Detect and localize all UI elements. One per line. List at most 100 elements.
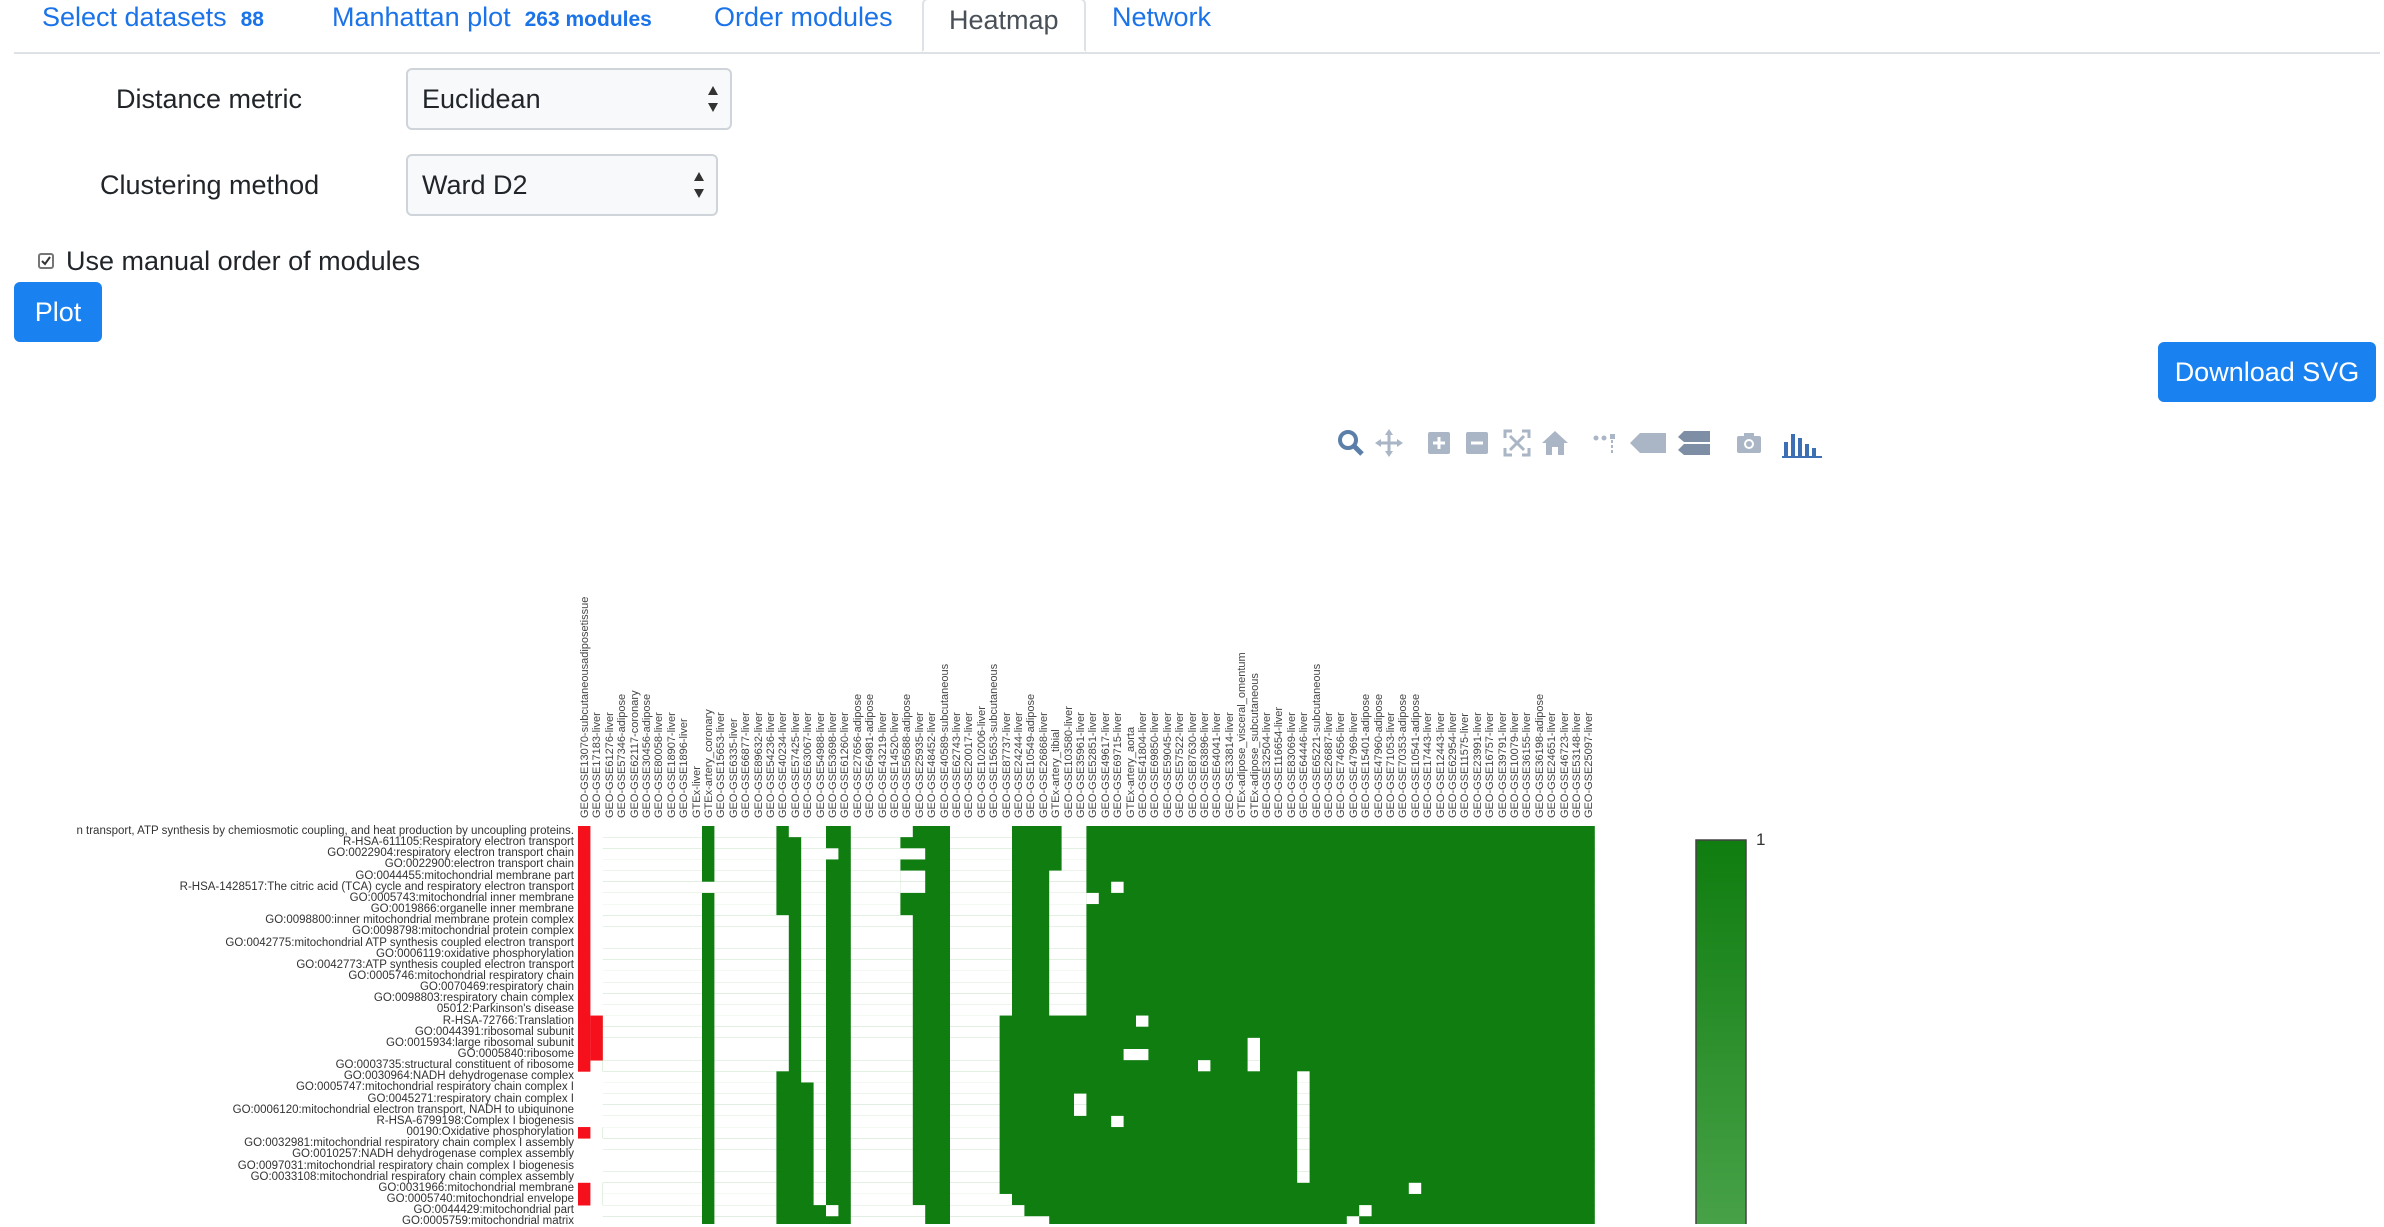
heatmap-cell-empty — [801, 937, 826, 950]
heatmap-cell-empty — [1111, 881, 1124, 894]
heatmap-cell-empty — [714, 993, 789, 1005]
heatmap-cell-empty — [850, 1171, 913, 1184]
heatmap-cell-empty — [950, 970, 1012, 983]
heatmap-cell-empty — [590, 1171, 702, 1184]
heatmap-cell-red — [578, 937, 591, 950]
heatmap-cell-empty — [590, 881, 702, 894]
heatmap-cell-empty — [1297, 1138, 1310, 1150]
heatmap-cell-empty — [801, 1026, 826, 1039]
heatmap-cell-empty — [590, 1082, 702, 1094]
heatmap-cell-empty — [950, 892, 1012, 905]
heatmap-cell-empty — [801, 904, 826, 916]
heatmap-cell-empty — [590, 970, 702, 983]
colorbar-max-label: 1 — [1756, 830, 1766, 849]
heatmap-cell-empty — [702, 881, 777, 894]
heatmap-cell-empty — [813, 1160, 826, 1173]
heatmap-cell-empty — [850, 1037, 913, 1050]
heatmap-cell-empty — [714, 970, 789, 983]
heatmap-cell-empty — [714, 1104, 777, 1117]
heatmap-cell-empty — [1123, 1049, 1149, 1061]
heatmap-cell-empty — [801, 1049, 826, 1061]
heatmap-cell-empty — [950, 993, 1012, 1005]
heatmap-cell-empty — [801, 1037, 826, 1050]
heatmap-cell-empty — [950, 859, 1012, 871]
heatmap-cell-empty — [1049, 937, 1087, 950]
heatmap-cell-empty — [602, 1037, 702, 1050]
heatmap-cell-red — [578, 1060, 591, 1072]
heatmap-cell-empty — [900, 870, 926, 883]
heatmap-cell-empty — [590, 1205, 702, 1217]
heatmap-cell-red — [578, 837, 591, 849]
heatmap-cell-empty — [950, 1082, 1000, 1094]
heatmap-cell-red — [578, 881, 591, 894]
heatmap-cell-empty — [850, 1060, 913, 1072]
heatmap-cell-empty — [1049, 892, 1087, 905]
heatmap-cell-empty — [850, 859, 901, 871]
heatmap-cell-red — [578, 1049, 591, 1061]
heatmap-cell-empty — [813, 1082, 826, 1094]
heatmap-cell-empty — [602, 1060, 702, 1072]
heatmap-cell-empty — [602, 1026, 702, 1039]
heatmap-cell-empty — [1061, 826, 1087, 838]
heatmap-cell-empty — [1086, 892, 1099, 905]
heatmap-cell-empty — [826, 1205, 839, 1217]
heatmap-cell-empty — [950, 1037, 1000, 1050]
heatmap-cell-empty — [590, 937, 702, 950]
heatmap-cell-empty — [590, 1104, 702, 1117]
heatmap-cell-empty — [801, 859, 826, 871]
heatmap-cell-empty — [590, 982, 702, 994]
heatmap-cell-empty — [590, 915, 702, 927]
heatmap-cell-empty — [850, 837, 901, 849]
heatmap-cell-empty — [850, 1160, 913, 1173]
heatmap-cell-red — [590, 1026, 603, 1039]
heatmap-cell-empty — [950, 848, 1012, 860]
heatmap-cell-empty — [590, 848, 702, 860]
heatmap-cell-empty — [590, 826, 702, 838]
heatmap-cell-red — [578, 859, 591, 871]
heatmap-cell-empty — [714, 1037, 789, 1050]
heatmap-cell-empty — [1297, 1115, 1310, 1128]
heatmap-cell-red — [590, 1015, 603, 1028]
heatmap-cell-empty — [801, 926, 826, 938]
heatmap-cell-empty — [714, 1216, 777, 1224]
heatmap-cell-empty — [1297, 1127, 1310, 1139]
heatmap-cell-empty — [950, 1026, 1000, 1039]
heatmap-cell-empty — [850, 1216, 926, 1224]
heatmap-cell-empty — [950, 1149, 1000, 1161]
heatmap-cell-red — [578, 1015, 591, 1028]
heatmap-cell-empty — [1049, 982, 1087, 994]
heatmap-cell-empty — [950, 1004, 1012, 1016]
heatmap-cell-empty — [1049, 1004, 1087, 1016]
heatmap-cell-empty — [1297, 1160, 1310, 1173]
heatmap-cell-empty — [813, 1138, 826, 1150]
heatmap-cell-empty — [714, 1171, 777, 1184]
heatmap-cell-empty — [950, 1160, 1000, 1173]
heatmap-cell-empty — [950, 870, 1012, 883]
heatmap-cell-empty — [590, 1115, 702, 1128]
heatmap-cell-empty — [1049, 948, 1087, 961]
heatmap-cells[interactable] — [0, 0, 2384, 1224]
heatmap-cell-empty — [801, 1015, 826, 1028]
heatmap-cell-empty — [714, 904, 777, 916]
heatmap-cell-empty — [950, 1060, 1000, 1072]
heatmap-cell-empty — [950, 881, 1012, 894]
heatmap-cell-empty — [850, 1015, 913, 1028]
heatmap-cell-empty — [950, 926, 1012, 938]
heatmap-cell-red — [590, 1049, 603, 1061]
heatmap-cell-red — [578, 970, 591, 983]
heatmap-cell-empty — [714, 1004, 789, 1016]
heatmap-cell-empty — [850, 1138, 913, 1150]
heatmap-cell-empty — [813, 1149, 826, 1161]
heatmap-cell-empty — [602, 1193, 702, 1206]
heatmap-cell-empty — [950, 1205, 1025, 1217]
heatmap-cell-empty — [714, 1015, 789, 1028]
heatmap-cell-empty — [813, 1193, 826, 1206]
heatmap-cell-empty — [1297, 1171, 1310, 1184]
heatmap-cell-empty — [1049, 881, 1087, 894]
heatmap-cell-empty — [1408, 1182, 1422, 1195]
heatmap-cell-empty — [850, 937, 913, 950]
heatmap-cell-empty — [801, 837, 826, 849]
heatmap-cell-empty — [801, 970, 826, 983]
heatmap-cell-empty — [1198, 1060, 1211, 1072]
heatmap-cell-empty — [714, 892, 777, 905]
